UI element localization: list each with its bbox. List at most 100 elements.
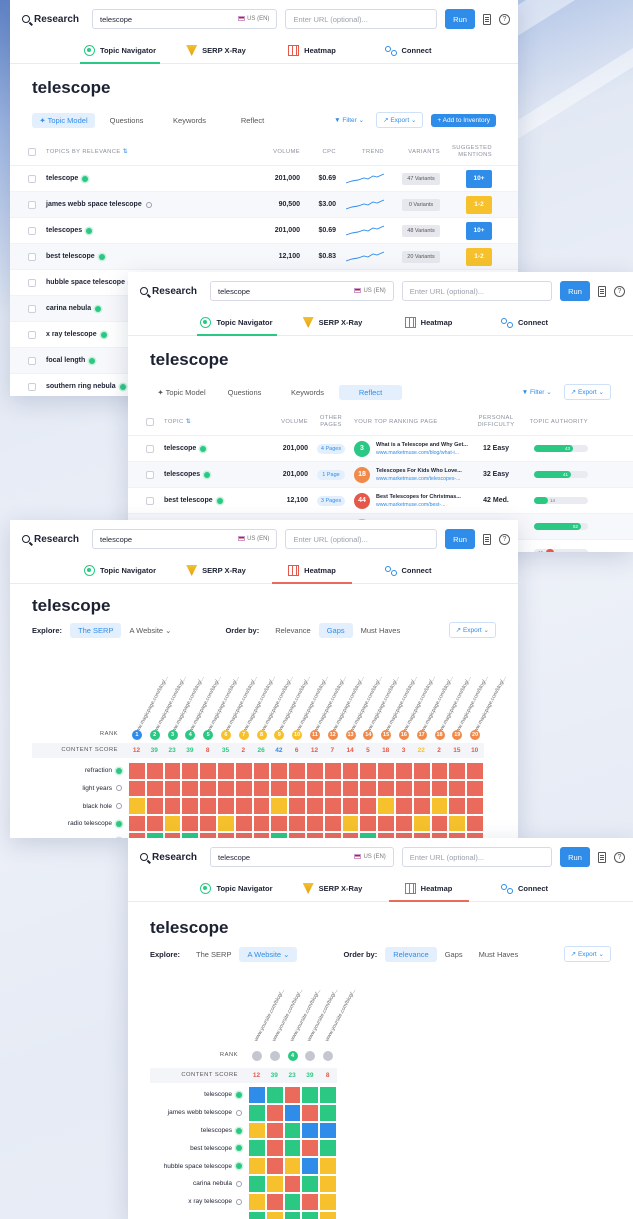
serp-url-label[interactable]: www.magicpage.com/blog/... [276,675,312,736]
heatmap-cell[interactable] [359,797,378,815]
table-row[interactable]: telescope 201,000 4 Pages 3 What is a Telesc… [128,436,633,462]
heatmap-cell[interactable] [448,797,467,815]
heatmap-cell[interactable] [217,814,235,833]
heatmap-cell[interactable] [145,762,164,780]
heatmap-cell[interactable] [288,779,306,798]
heatmap-cell[interactable] [377,797,395,815]
heatmap-cell[interactable] [163,762,182,780]
row-checkbox[interactable] [146,470,154,479]
heatmap-cell[interactable] [181,797,200,815]
page-title-link[interactable]: Best Telescopes for Christmas... [376,494,471,500]
page-url-link[interactable]: www.marketmuse.com/best-... [376,502,471,508]
heatmap-cell[interactable] [430,814,449,833]
row-checkbox[interactable] [28,226,36,235]
heatmap-cell[interactable] [301,1157,320,1175]
query-input[interactable]: telescope US (EN) [210,281,394,301]
heatmap-cell[interactable] [412,814,431,833]
col-topics-by-relevance[interactable]: TOPICS BY RELEVANCE ⇅ [46,149,270,155]
heatmap-cell[interactable] [265,1139,284,1158]
subtab-keywords[interactable]: Keywords [276,385,339,400]
heatmap-cell[interactable] [341,797,360,815]
heatmap-cell[interactable] [128,762,146,780]
check-icon[interactable] [86,227,93,234]
document-icon[interactable] [598,285,606,297]
check-icon[interactable] [216,497,223,504]
heatmap-cell[interactable] [181,814,200,833]
heatmap-cell[interactable] [265,1103,284,1122]
serp-url-label[interactable]: www.magicpage.com/blog/... [329,675,365,736]
heatmap-topic-label[interactable]: refraction [32,767,122,775]
heatmap-cell[interactable] [265,1210,284,1219]
heatmap-cell[interactable] [301,1121,320,1140]
check-icon[interactable] [200,445,207,452]
serp-url-label[interactable]: www.magicpage.com/blog/... [293,675,329,736]
heatmap-cell[interactable] [395,797,413,815]
check-icon[interactable] [82,175,89,182]
row-checkbox[interactable] [28,278,36,287]
heatmap-cell[interactable] [199,779,217,798]
heatmap-cell[interactable] [283,1139,302,1158]
heatmap-cell[interactable] [248,1139,266,1158]
col-topic-authority[interactable]: TOPIC AUTHORITY [516,419,588,425]
heatmap-cell[interactable] [466,762,484,780]
check-icon[interactable] [100,331,107,338]
heatmap-cell[interactable] [323,779,342,798]
url-input[interactable]: Enter URL (optional)... [401,281,552,301]
heatmap-cell[interactable] [395,779,413,798]
heatmap-cell[interactable] [323,762,342,780]
heatmap-cell[interactable] [448,814,467,833]
heatmap-cell[interactable] [430,762,449,780]
heatmap-cell[interactable] [319,1103,337,1122]
col-topic[interactable]: TOPIC ⇅ [164,419,266,425]
serp-url-label[interactable]: www.magicpage.com/blog/... [365,675,401,736]
heatmap-cell[interactable] [181,779,200,798]
col-cpc[interactable]: CPC [300,149,336,155]
tab-serp-xray[interactable]: SERP X-Ray [168,38,264,63]
heatmap-cell[interactable] [301,1210,320,1219]
heatmap-cell[interactable] [288,762,306,780]
heatmap-cell[interactable] [145,814,164,833]
heatmap-cell[interactable] [430,797,449,815]
heatmap-cell[interactable] [341,779,360,798]
heatmap-cell[interactable] [217,762,235,780]
heatmap-cell[interactable] [306,762,324,780]
heatmap-cell[interactable] [234,797,253,815]
locale-select[interactable]: US (EN) [354,287,386,294]
heatmap-cell[interactable] [412,762,431,780]
heatmap-cell[interactable] [265,1121,284,1140]
check-icon[interactable] [116,820,122,827]
check-icon[interactable] [116,767,122,774]
heatmap-topic-label[interactable]: black hole [32,802,122,810]
pages-pill[interactable]: 4 Pages [317,443,345,454]
heatmap-cell[interactable] [301,1139,320,1158]
check-icon[interactable] [119,383,126,390]
pages-pill[interactable]: 3 Pages [317,495,345,506]
heatmap-cell[interactable] [234,814,253,833]
subtab-reflect[interactable]: Reflect [221,113,284,128]
heatmap-cell[interactable] [323,797,342,815]
heatmap-cell[interactable] [359,814,378,833]
serp-url-label[interactable]: www.magicpage.com/blog/... [311,675,347,736]
subtab-keywords[interactable]: Keywords [158,113,221,128]
heatmap-cell[interactable] [319,1157,337,1175]
variants-pill[interactable]: 20 Variants [402,250,440,263]
add-icon[interactable] [145,201,152,208]
heatmap-cell[interactable] [217,779,235,798]
serp-url-label[interactable]: www.yoursite.com/blog/... [253,988,286,1043]
heatmap-cell[interactable] [377,779,395,798]
url-input[interactable]: Enter URL (optional)... [285,9,437,29]
row-checkbox[interactable] [28,330,36,339]
add-icon[interactable] [236,1198,242,1205]
tab-heatmap[interactable]: Heatmap [264,38,360,63]
heatmap-cell[interactable] [466,779,484,798]
help-icon[interactable]: ? [499,13,510,25]
heatmap-cell[interactable] [199,797,217,815]
export-button[interactable]: ↗ Export ⌄ [376,112,424,128]
col-variants[interactable]: VARIANTS [384,149,440,155]
heatmap-topic-label[interactable]: x ray telescope [150,1198,242,1206]
heatmap-cell[interactable] [163,814,182,833]
select-all-checkbox[interactable] [28,147,36,156]
row-checkbox[interactable] [28,382,36,391]
check-icon[interactable] [95,305,102,312]
heatmap-cell[interactable] [252,814,271,833]
